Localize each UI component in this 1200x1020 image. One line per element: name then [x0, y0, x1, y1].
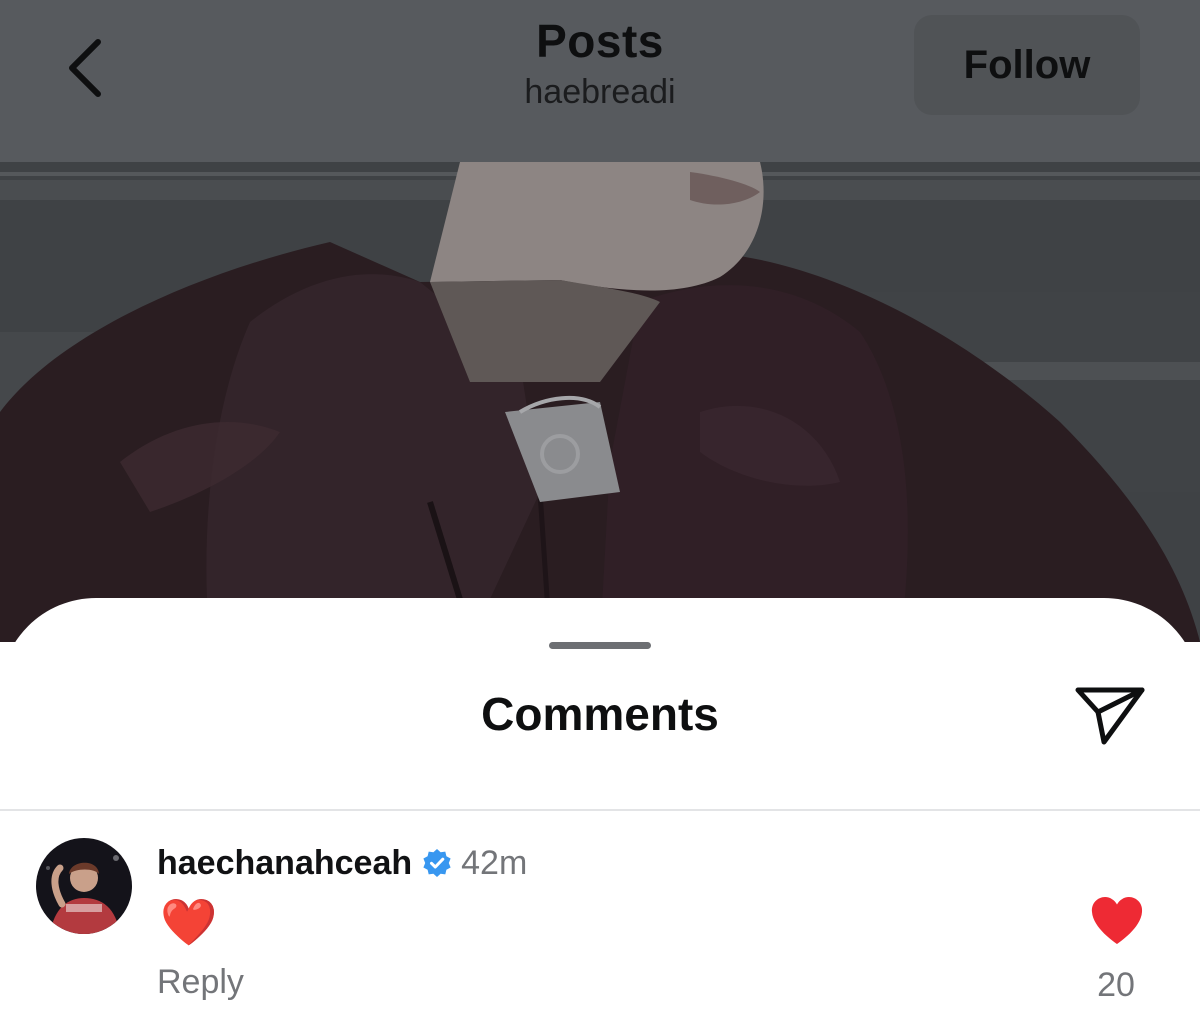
post-photo-graphic	[0, 162, 1200, 642]
comment-username[interactable]: haechanahceah	[157, 844, 412, 883]
comments-sheet: Comments haechanahceah 42m ❤️ Reply 20	[0, 598, 1200, 1020]
like-button[interactable]	[1089, 895, 1145, 947]
follow-button[interactable]: Follow	[914, 15, 1140, 115]
avatar[interactable]	[36, 838, 132, 934]
comment-text: ❤️	[160, 896, 218, 948]
avatar-photo	[36, 838, 132, 934]
comments-title: Comments	[481, 688, 719, 740]
comment-item: haechanahceah 42m ❤️ Reply 20	[0, 811, 1200, 1020]
reply-button[interactable]: Reply	[157, 963, 244, 1002]
share-button[interactable]	[1072, 682, 1150, 748]
paper-plane-icon	[1075, 687, 1145, 745]
like-count: 20	[1097, 966, 1135, 1004]
sheet-grabber[interactable]	[549, 642, 651, 649]
post-image[interactable]	[0, 162, 1200, 642]
verified-badge-icon	[423, 849, 451, 877]
top-bar: Posts haebreadi Follow	[0, 0, 1200, 162]
comment-time: 42m	[461, 843, 528, 882]
comment-header: haechanahceah 42m	[157, 841, 527, 885]
heart-filled-icon	[1091, 897, 1143, 944]
